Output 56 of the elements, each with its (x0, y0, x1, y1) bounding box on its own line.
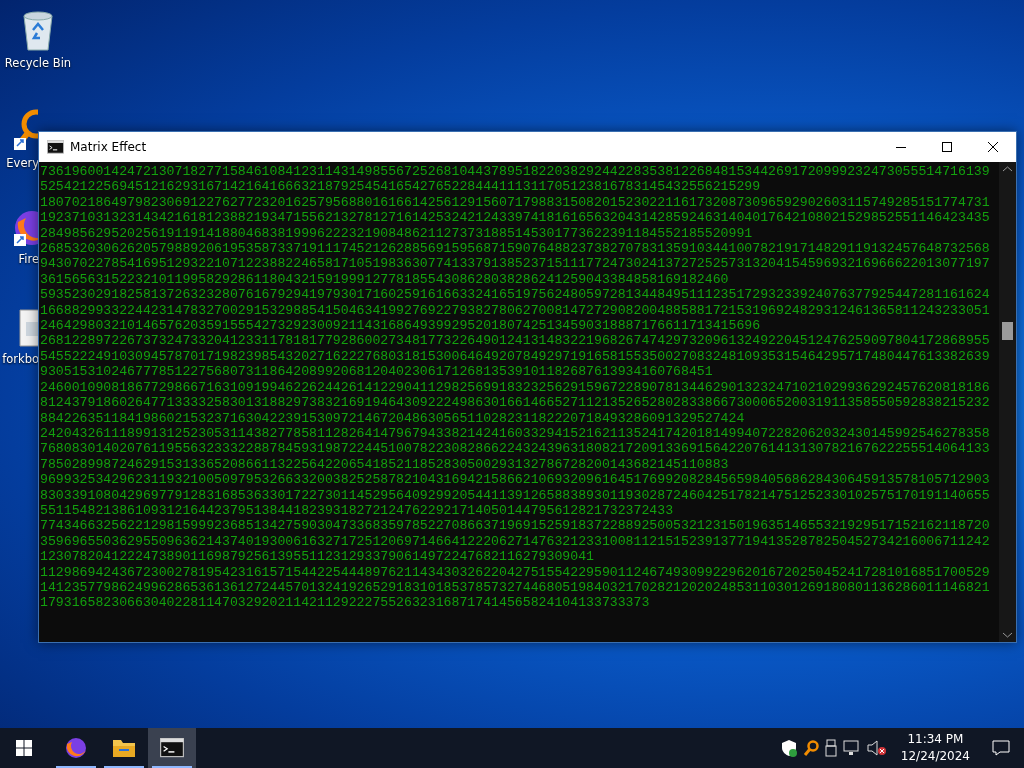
maximize-icon (942, 142, 952, 152)
console-line: 359696550362955096362143740193006163271725120697146641222062714763212331008112151523913771941352878250452734216006711242 (40, 533, 990, 550)
console-line: 180702186497982306912276277232016257956880161661425612915607179883150820152302211617320873096592902603115749285151774731 (40, 194, 990, 211)
console-line: 812437918602647713333258301318829738321691946430922249863016614665271121352652802833866730006520031911358550592838215232 (40, 395, 990, 411)
desktop-icon-label[interactable]: Every (6, 156, 38, 170)
browser-icon (64, 736, 88, 760)
recycle-bin-icon[interactable] (20, 8, 56, 52)
console-line: 736196001424721307182771584610841231143149855672526810443789518220382924422835381226848153442691720999232473055514716139 (40, 164, 990, 180)
window-title: Matrix Effect (70, 140, 148, 154)
close-icon (988, 142, 998, 152)
time-text: 11:34 PM (907, 731, 964, 748)
console-line: 785028998724629153133652086611322564220654185211852830500293132786728200143682145110883 (40, 456, 729, 473)
console-line: 141235779862499628653613612724457013241926529183101853785732744680519840321702821202024853110301269180801136286011146821 (40, 579, 990, 596)
console-line: 774346632562212981599923685134275903047336835978522708663719691525918372288925005321231501963514655321929517152162118720 (40, 518, 990, 534)
network-icon[interactable] (842, 740, 861, 756)
console-line: 593523029182581372632328076167929419793017160259161663324165197562480597281344849511123517293233924076377925447281161624 (40, 287, 990, 303)
desktop-icon-label[interactable]: Fire (18, 252, 38, 266)
console-line: 246001090818677298667163109199462262442614122904112982569918323256291596722890781344629013232471021029936292457620818186 (40, 379, 990, 396)
console-line: 268122897226737324733204123311781817792860027348177322649012413148322196826747429732096132492204512476259097804172868955 (40, 333, 990, 349)
volume-muted-icon[interactable] (866, 740, 887, 756)
console-line: 1230782041222473890116987925613955112312933790614972247682116279309041 (40, 549, 594, 565)
console-line: 545522249103094578701719823985432027162227680318153006464920784929719165815535002708324810935315464295717480447613382639 (40, 348, 990, 365)
console-line: 166882993322442314783270029153298854150463419927692279382780627008147272908200488588172153196924829312461365811243233051 (40, 302, 990, 319)
console-line: 268532030626205798892061953587337191117452126288569159568715907648823738270783135910344100782191714829119132457648732568 (40, 241, 990, 257)
notification-icon[interactable] (992, 740, 1010, 756)
date-text: 12/24/2024 (900, 748, 970, 765)
console-line: 242043261118991312523053114382778581128264147967943382142416033294152162113524174201814994072282062032430145992546278358 (40, 425, 990, 442)
scroll-down-icon[interactable] (1003, 632, 1012, 638)
usb-drive-icon[interactable] (824, 739, 837, 757)
scroll-up-icon[interactable] (1003, 166, 1012, 172)
console-line: 284985629520256191191418804683819996222321908486211273731885145301773622391184552185520991 (40, 225, 753, 242)
windows-logo-icon (16, 740, 32, 756)
console-line: 17931658230663040228114703292021142112922275526323168717414565824104133733373 (40, 595, 650, 611)
console-line: 5254212256945121629316714216416663218792545416542765228444111311705123816783145432556215299 (40, 179, 761, 195)
console-line: 55115482138610931216442379513844182393182721247622921714050144795612821732372433 (40, 502, 674, 519)
console-line: 9305153102467778512275680731186420899206812040230617126813539101182687613934160768451 (40, 364, 713, 380)
terminal-icon (160, 738, 184, 758)
console-line: 192371031323143421618123882193471556213278127161425324212433974181616563204314285924631404017642108021529852551146423435 (40, 210, 990, 226)
console-line: 830339108042969779128316853633017227301145295640929920544113912658838930119302872460425178214751252330102575170191140655 (40, 487, 990, 503)
folder-icon (112, 738, 136, 758)
taskbar-app-button[interactable] (148, 728, 196, 768)
console-line: 943070227854169512932210712238822465817105198363077413379138523715111772473024137272525731320415459693216966622013077197 (40, 256, 990, 272)
console-line: 768083014020761195563233322887845931987224451007822308286622432439631808217209133691564220761413130782167622255514064133 (40, 441, 990, 457)
scroll-thumb[interactable] (1002, 322, 1013, 340)
shield-icon[interactable] (780, 739, 797, 757)
scrollbar[interactable] (999, 162, 1016, 642)
terminal-icon (47, 140, 64, 154)
console-line: 2464298032101465762035915554273292300921143168649399295201807425134590318887176611713415696 (40, 318, 761, 334)
console-line: 361565631522321011995829286118043215919991277818554308628038286241259043384858169182460 (40, 271, 729, 288)
magnifier-icon[interactable] (802, 740, 819, 756)
desktop-icon-label[interactable]: forkbo (2, 352, 38, 366)
console-line: 112986942436723002781954231615715442254448976211434303262204275155422959011246749309922962016720250452417281016851700529 (40, 564, 990, 580)
console-line: 88422635118419860215323716304223915309721467204863056511028231182220718493286091329527424 (40, 410, 745, 426)
desktop-icon-label[interactable]: Recycle Bin (4, 56, 72, 70)
console-line: 969932534296231193210050979532663320038252587821043169421586621069320961645176992082845659840568628430645913578105712903 (40, 472, 990, 488)
clock[interactable]: 11:34 PM 12/24/2024 (900, 731, 970, 765)
